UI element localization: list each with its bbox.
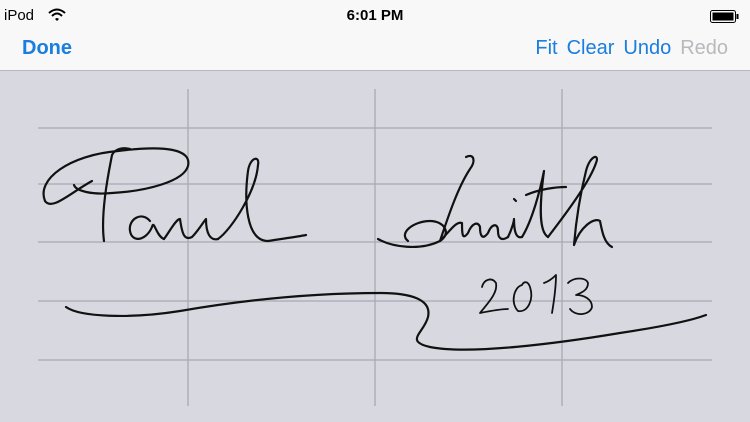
redo-button: Redo [680,37,728,59]
toolbar-actions: Fit Clear Undo Redo [535,37,728,59]
fit-button[interactable]: Fit [535,37,557,59]
battery-icon [710,10,739,23]
status-time: 6:01 PM [346,7,404,24]
undo-button[interactable]: Undo [623,37,671,59]
signature-screen: iPod 6:01 PM Done Fit Clear Undo Redo [0,0,750,422]
signature-drawing [38,89,712,406]
toolbar: Done Fit Clear Undo Redo [0,32,750,71]
signature-canvas[interactable] [0,71,750,422]
clear-button[interactable]: Clear [567,37,615,59]
done-button[interactable]: Done [22,37,72,59]
status-bar: iPod 6:01 PM [0,0,750,32]
